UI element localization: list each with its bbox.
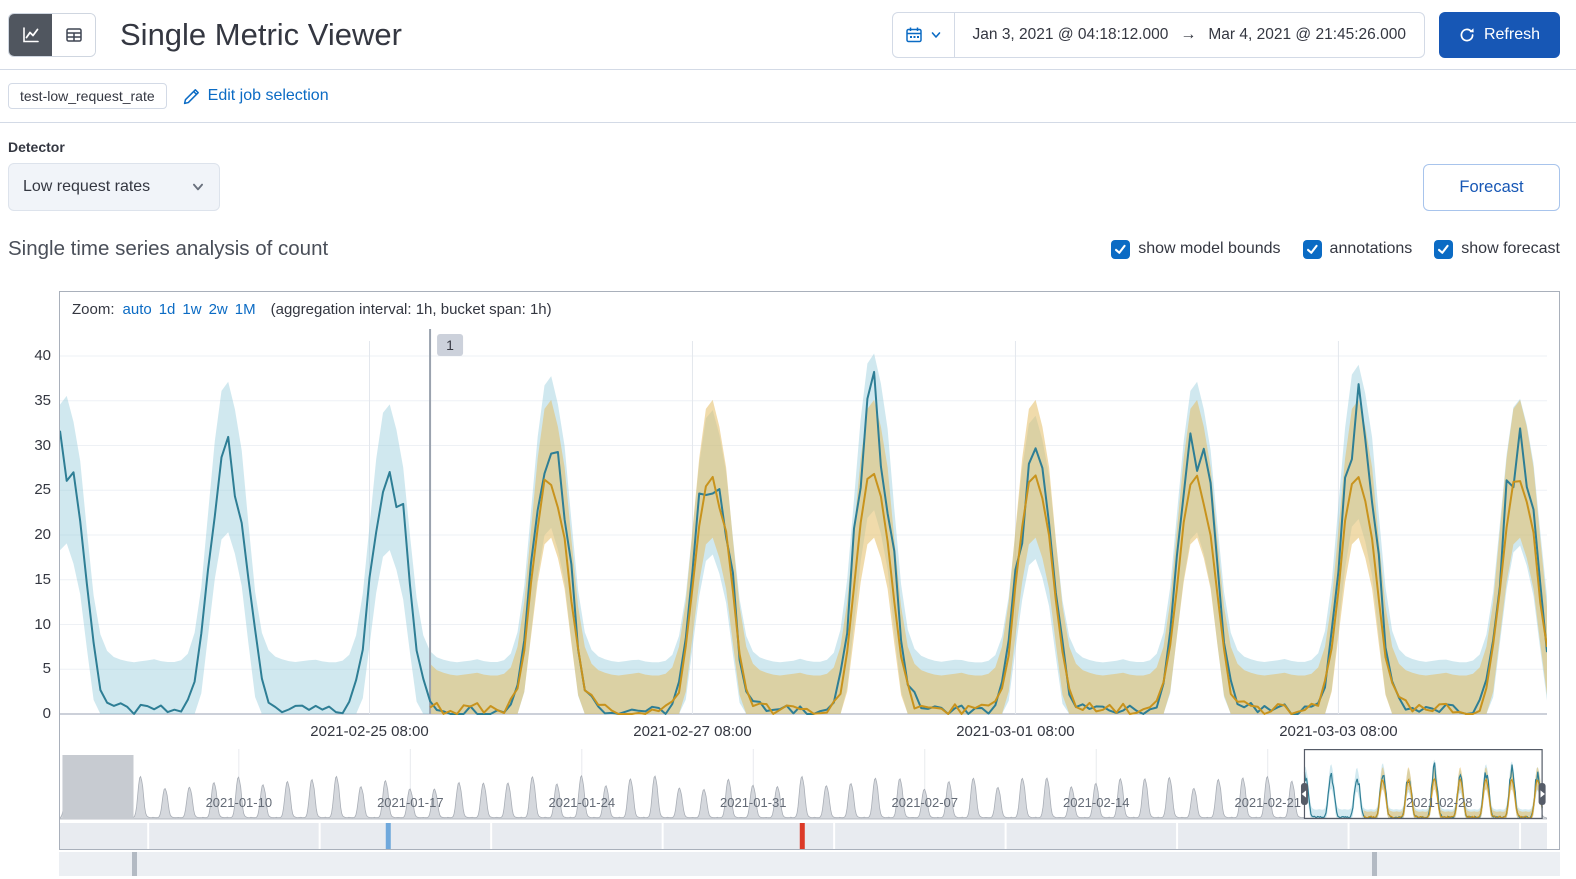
calendar-icon: [905, 26, 923, 44]
date-picker: Jan 3, 2021 @ 04:18:12.000 → Mar 4, 2021…: [891, 11, 1425, 58]
analysis-title: Single time series analysis of count: [8, 237, 329, 260]
table-view-button[interactable]: [52, 13, 95, 56]
brush-handle-left[interactable]: [1300, 783, 1308, 805]
context-axis-label: 2021-02-07: [892, 795, 959, 810]
annotation-marker[interactable]: [132, 852, 138, 876]
context-axis-label: 2021-02-14: [1063, 795, 1130, 810]
y-axis-label: 5: [42, 660, 51, 678]
annotation-marker[interactable]: [1372, 852, 1378, 876]
date-range-display[interactable]: Jan 3, 2021 @ 04:18:12.000 → Mar 4, 2021…: [955, 13, 1424, 57]
y-axis: 0 5 10 15 20 25 30 35 40: [8, 291, 51, 876]
date-picker-menu-button[interactable]: [893, 12, 955, 57]
annotations-swimlane[interactable]: [59, 852, 1560, 876]
zoom-links: auto 1d 1w 2w 1M: [123, 301, 263, 318]
y-axis-label: 10: [34, 615, 51, 633]
context-axis-label: 2021-01-10: [206, 795, 273, 810]
checkbox-annotations[interactable]: annotations: [1302, 239, 1412, 259]
time-series-explorer-chart: 0 5 10 15 20 25 30 35 40 Zoom: auto 1d 1w 2w 1M (agg…: [8, 291, 1560, 876]
analysis-header: Single time series analysis of count sho…: [0, 211, 1576, 275]
context-axis-label: 2021-01-17: [377, 795, 444, 810]
context-axis-label: 2021-01-31: [720, 795, 787, 810]
y-axis-label: 30: [34, 436, 51, 454]
pencil-icon: [183, 88, 200, 105]
x-axis-label: 2021-02-27 08:00: [633, 723, 751, 740]
y-axis-label: 20: [34, 526, 51, 543]
detector-section: Detector Low request rates Forecast: [0, 123, 1576, 211]
detector-label: Detector: [8, 139, 65, 155]
aggregation-info: (aggregation interval: 1h, bucket span: …: [270, 301, 552, 318]
zoom-label: Zoom:: [72, 301, 115, 318]
checkbox-show-model-bounds[interactable]: show model bounds: [1111, 239, 1281, 259]
svg-text:1: 1: [446, 337, 454, 353]
context-axis-label: 2021-02-28: [1406, 795, 1473, 810]
annotation-badge[interactable]: 1: [437, 334, 464, 356]
zoom-link-auto[interactable]: auto: [123, 301, 152, 318]
end-date[interactable]: Mar 4, 2021 @ 21:45:26.000: [1208, 26, 1406, 44]
chart-panel: Zoom: auto 1d 1w 2w 1M (aggregation interval…: [59, 291, 1560, 850]
y-axis-label: 40: [34, 347, 51, 364]
chart-view-button[interactable]: [9, 13, 52, 56]
zoom-link-1M[interactable]: 1M: [235, 301, 256, 318]
job-selection-bar: test-low_request_rate Edit job selection: [0, 70, 1576, 123]
y-axis-label: 25: [34, 481, 51, 499]
context-axis-label: 2021-01-24: [549, 795, 616, 810]
zoom-link-1d[interactable]: 1d: [159, 301, 176, 318]
y-axis-label: 15: [34, 570, 51, 588]
y-axis-label: 35: [34, 391, 51, 409]
checkbox-checked-icon: [1434, 239, 1454, 259]
detector-select[interactable]: Low request rates: [8, 163, 220, 211]
arrow-right-icon: →: [1180, 25, 1197, 43]
context-loading-block: [62, 755, 134, 819]
y-axis-label: 0: [42, 705, 51, 722]
x-axis-label: 2021-03-03 08:00: [1279, 723, 1397, 740]
x-axis-label: 2021-02-25 08:00: [310, 723, 428, 740]
header: Single Metric Viewer Jan 3, 2021 @ 04:18…: [0, 0, 1576, 70]
chevron-down-icon: [191, 180, 205, 194]
page-title: Single Metric Viewer: [120, 16, 402, 52]
job-badge: test-low_request_rate: [8, 83, 167, 109]
edit-job-selection-link[interactable]: Edit job selection: [183, 87, 329, 105]
x-axis-label: 2021-03-01 08:00: [956, 723, 1074, 740]
refresh-icon: [1459, 27, 1475, 43]
start-date[interactable]: Jan 3, 2021 @ 04:18:12.000: [973, 26, 1169, 44]
swimlane-marker-critical[interactable]: [799, 823, 805, 849]
forecast-button[interactable]: Forecast: [1423, 163, 1560, 211]
chevron-down-icon: [930, 29, 942, 41]
zoom-controls: Zoom: auto 1d 1w 2w 1M (aggregation interval…: [60, 292, 1559, 325]
checkbox-checked-icon: [1302, 239, 1322, 259]
zoom-link-2w[interactable]: 2w: [209, 301, 228, 318]
view-toggle-group: [8, 12, 96, 57]
refresh-button[interactable]: Refresh: [1438, 11, 1560, 58]
zoom-link-1w[interactable]: 1w: [182, 301, 201, 318]
context-chart-svg[interactable]: 2021-01-10 2021-01-17 2021-01-24 2021-01-31…: [60, 749, 1547, 849]
context-axis-label: 2021-02-21: [1234, 795, 1301, 810]
data-table-icon: [65, 26, 83, 44]
brush-handle-right[interactable]: [1538, 783, 1546, 805]
line-chart-icon: [21, 25, 41, 45]
chart-option-checkboxes: show model bounds annotations show forecas…: [1111, 239, 1560, 259]
checkbox-checked-icon: [1111, 239, 1131, 259]
swimlane-marker-low[interactable]: [385, 823, 391, 849]
checkbox-show-forecast[interactable]: show forecast: [1434, 239, 1560, 259]
main-chart-svg: 2021-02-25 08:00 2021-02-27 08:00 2021-03-…: [60, 329, 1547, 740]
